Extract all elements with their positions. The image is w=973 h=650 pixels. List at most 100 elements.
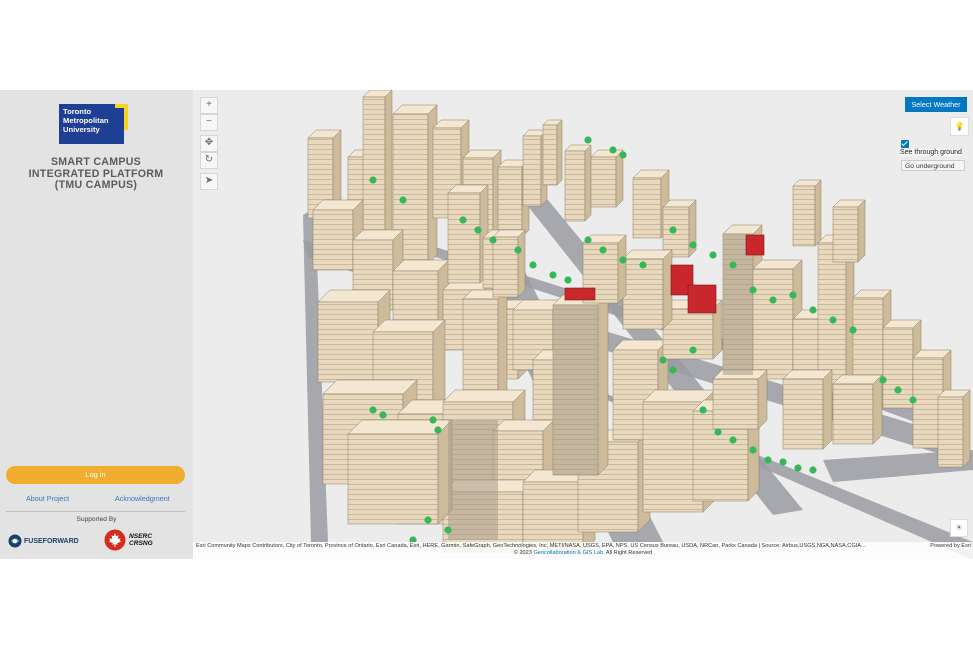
- rotate-button[interactable]: ↻: [200, 152, 218, 169]
- see-through-checkbox[interactable]: [901, 140, 909, 148]
- lighting-button[interactable]: ☀: [950, 519, 968, 537]
- zoom-out-button[interactable]: −: [200, 114, 218, 131]
- building-side: [662, 249, 673, 330]
- building-side: [962, 389, 971, 468]
- building-windows: [833, 384, 873, 444]
- maple-leaf-icon: [104, 529, 126, 551]
- building-windows: [753, 269, 793, 379]
- tree: [729, 436, 737, 444]
- building-windows: [318, 302, 378, 382]
- go-underground-button[interactable]: Go underground: [901, 160, 965, 171]
- tree: [529, 261, 537, 269]
- building-side: [757, 369, 768, 430]
- nserc-logo: NSERC CRSNG: [104, 529, 153, 551]
- tower-shade: [553, 305, 598, 475]
- tree: [379, 411, 387, 419]
- copyright-suffix: . All Right Reserved: [603, 550, 653, 556]
- highlight-building: [564, 287, 596, 301]
- lab-link[interactable]: Geocollaboration & GIS Lab: [533, 550, 603, 556]
- building-windows: [833, 207, 858, 262]
- building-side: [814, 179, 822, 247]
- acknowledgment-link[interactable]: Acknowledgment: [115, 494, 170, 503]
- tree: [699, 406, 707, 414]
- building-side: [597, 294, 609, 476]
- building-windows: [448, 193, 480, 283]
- tree: [709, 251, 717, 259]
- tree: [639, 261, 647, 269]
- building-windows: [713, 379, 758, 429]
- attribution-bar: Esri Community Maps Contributors, City o…: [193, 542, 973, 559]
- tree: [689, 346, 697, 354]
- building-windows: [565, 151, 585, 221]
- tree: [849, 326, 857, 334]
- tree: [809, 466, 817, 474]
- tree: [909, 396, 917, 404]
- sidebar: Toronto Metropolitan University SMART CA…: [0, 90, 193, 559]
- highlight-building: [745, 234, 765, 256]
- nserc-label: NSERC CRSNG: [129, 532, 153, 548]
- sun-icon: ☀: [955, 523, 963, 532]
- tree: [609, 146, 617, 154]
- tree: [399, 196, 407, 204]
- tree: [794, 464, 802, 472]
- building-windows: [523, 136, 541, 206]
- pan-button[interactable]: ✥: [200, 135, 218, 152]
- scene-view[interactable]: + − ✥ ↻ ➤ Select Weather 💡 See through g…: [193, 90, 973, 559]
- login-button[interactable]: Log in: [6, 466, 185, 484]
- building-side: [517, 229, 526, 298]
- building-side: [822, 369, 833, 450]
- tree: [659, 356, 667, 364]
- tree: [369, 176, 377, 184]
- tree: [599, 246, 607, 254]
- highlight-building: [687, 284, 717, 314]
- supported-by-label: Supported By: [76, 516, 117, 523]
- tree: [729, 261, 737, 269]
- building-windows: [313, 210, 353, 270]
- tree: [879, 376, 887, 384]
- attribution-text: Esri Community Maps Contributors, City o…: [196, 543, 866, 549]
- building-roof: [372, 319, 446, 333]
- platform-title: SMART CAMPUS INTEGRATED PLATFORM (TMU CA…: [28, 156, 164, 191]
- building-windows: [591, 157, 616, 207]
- tree: [489, 236, 497, 244]
- building-side: [584, 144, 592, 222]
- tree: [619, 151, 627, 159]
- lightbulb-icon: 💡: [954, 122, 965, 131]
- tree: [789, 291, 797, 299]
- tree: [459, 216, 467, 224]
- see-through-label: See through ground: [900, 149, 962, 156]
- tree: [429, 416, 437, 424]
- tree: [689, 241, 697, 249]
- tower-shade: [448, 420, 498, 540]
- tower-shade: [723, 235, 753, 375]
- building-windows: [348, 434, 438, 524]
- building-windows: [493, 237, 518, 297]
- powered-by-esri[interactable]: Powered by Esri: [930, 543, 971, 549]
- building-roof: [442, 389, 526, 403]
- tree: [749, 286, 757, 294]
- tmu-logo: Toronto Metropolitan University: [59, 104, 131, 144]
- building-side: [872, 374, 883, 445]
- fuseforward-label: FUSEFORWARD: [24, 537, 79, 545]
- app-window: Toronto Metropolitan University SMART CA…: [0, 90, 973, 559]
- tree: [584, 236, 592, 244]
- tree: [764, 456, 772, 464]
- copyright-text: © 2023 Geocollaboration & GIS Lab. All R…: [193, 550, 973, 556]
- 3d-city-scene[interactable]: [193, 90, 973, 559]
- compass-button[interactable]: ➤: [200, 173, 218, 190]
- about-project-link[interactable]: About Project: [26, 494, 69, 503]
- tree: [669, 366, 677, 374]
- select-weather-button[interactable]: Select Weather: [905, 97, 967, 112]
- building-side: [857, 199, 866, 263]
- daylight-button[interactable]: 💡: [950, 117, 969, 136]
- tree: [669, 226, 677, 234]
- copyright-prefix: © 2023: [513, 550, 532, 556]
- tree: [894, 386, 902, 394]
- fuseforward-logo: FUSEFORWARD: [8, 533, 79, 549]
- tree: [779, 458, 787, 466]
- tree: [809, 306, 817, 314]
- building-windows: [623, 259, 663, 329]
- zoom-in-button[interactable]: +: [200, 97, 218, 114]
- tree: [749, 446, 757, 454]
- logo-text: Toronto Metropolitan University: [63, 107, 109, 134]
